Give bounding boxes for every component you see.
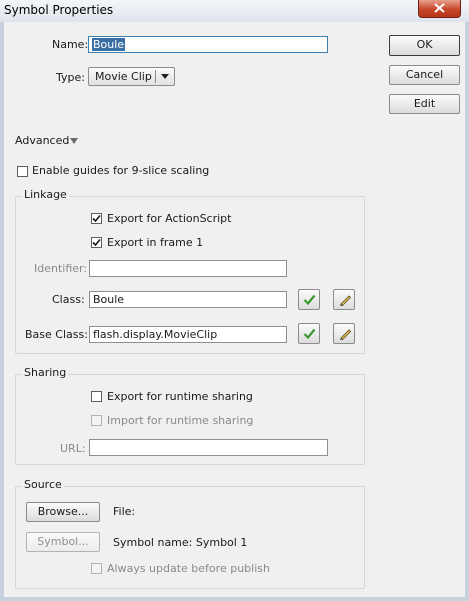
- checkmark-icon: [92, 238, 101, 247]
- advanced-label: Advanced: [15, 134, 70, 147]
- nine-slice-checkbox[interactable]: [17, 166, 28, 177]
- dialog-body: Name: Boule Type: Movie Clip OK Cancel E…: [4, 22, 465, 597]
- export-runtime-label: Export for runtime sharing: [107, 390, 253, 403]
- validate-class-button[interactable]: [298, 289, 320, 310]
- name-label: Name:: [52, 38, 89, 51]
- ok-button[interactable]: OK: [389, 35, 460, 56]
- base-class-input[interactable]: flash.display.MovieClip: [89, 326, 287, 343]
- type-select[interactable]: Movie Clip: [88, 67, 175, 86]
- import-runtime-checkbox[interactable]: [91, 415, 102, 426]
- edit-base-class-button[interactable]: [333, 323, 355, 344]
- check-icon: [303, 294, 316, 306]
- checkmark-icon: [92, 214, 101, 223]
- linkage-group-title: Linkage: [22, 188, 69, 201]
- export-frame1-label: Export in frame 1: [107, 236, 204, 249]
- pencil-icon: [340, 329, 352, 341]
- name-input[interactable]: Boule: [88, 36, 328, 53]
- edit-button[interactable]: Edit: [389, 94, 460, 114]
- check-icon: [303, 328, 316, 340]
- close-button[interactable]: [418, 0, 461, 18]
- source-group-title: Source: [22, 478, 64, 491]
- class-input[interactable]: Boule: [89, 291, 287, 308]
- advanced-toggle[interactable]: Advanced: [15, 134, 95, 148]
- url-input[interactable]: [89, 439, 328, 456]
- edit-class-button[interactable]: [333, 289, 355, 310]
- close-icon: [434, 3, 445, 13]
- identifier-label: Identifier:: [34, 262, 88, 275]
- window-frame-right: [465, 22, 469, 601]
- base-class-label: Base Class:: [25, 328, 88, 341]
- type-label: Type:: [56, 71, 85, 84]
- dropdown-separator: [155, 70, 156, 83]
- class-label: Class:: [52, 293, 85, 306]
- symbol-button[interactable]: Symbol...: [26, 532, 100, 552]
- validate-base-class-button[interactable]: [298, 323, 320, 344]
- import-runtime-label: Import for runtime sharing: [107, 414, 254, 427]
- file-label: File:: [113, 505, 136, 518]
- triangle-down-icon: [70, 138, 78, 144]
- type-selected-value: Movie Clip: [95, 70, 152, 83]
- name-value: Boule: [92, 38, 126, 51]
- symbol-name-label: Symbol name: Symbol 1: [113, 536, 248, 549]
- browse-button[interactable]: Browse...: [26, 502, 100, 522]
- identifier-input[interactable]: [89, 260, 287, 277]
- pencil-icon: [340, 295, 352, 307]
- window-frame-bottom: [0, 597, 469, 601]
- nine-slice-label: Enable guides for 9-slice scaling: [32, 164, 210, 177]
- export-actionscript-checkbox[interactable]: [91, 213, 102, 224]
- always-update-checkbox[interactable]: [91, 563, 102, 574]
- cancel-button[interactable]: Cancel: [389, 65, 460, 85]
- chevron-down-icon: [161, 74, 169, 79]
- url-label: URL:: [60, 442, 86, 455]
- always-update-label: Always update before publish: [107, 562, 270, 575]
- export-runtime-checkbox[interactable]: [91, 391, 102, 402]
- window-title: Symbol Properties: [4, 3, 114, 17]
- sharing-group-title: Sharing: [22, 366, 69, 379]
- title-bar[interactable]: Symbol Properties: [0, 0, 469, 23]
- export-actionscript-label: Export for ActionScript: [107, 212, 232, 225]
- export-frame1-checkbox[interactable]: [91, 237, 102, 248]
